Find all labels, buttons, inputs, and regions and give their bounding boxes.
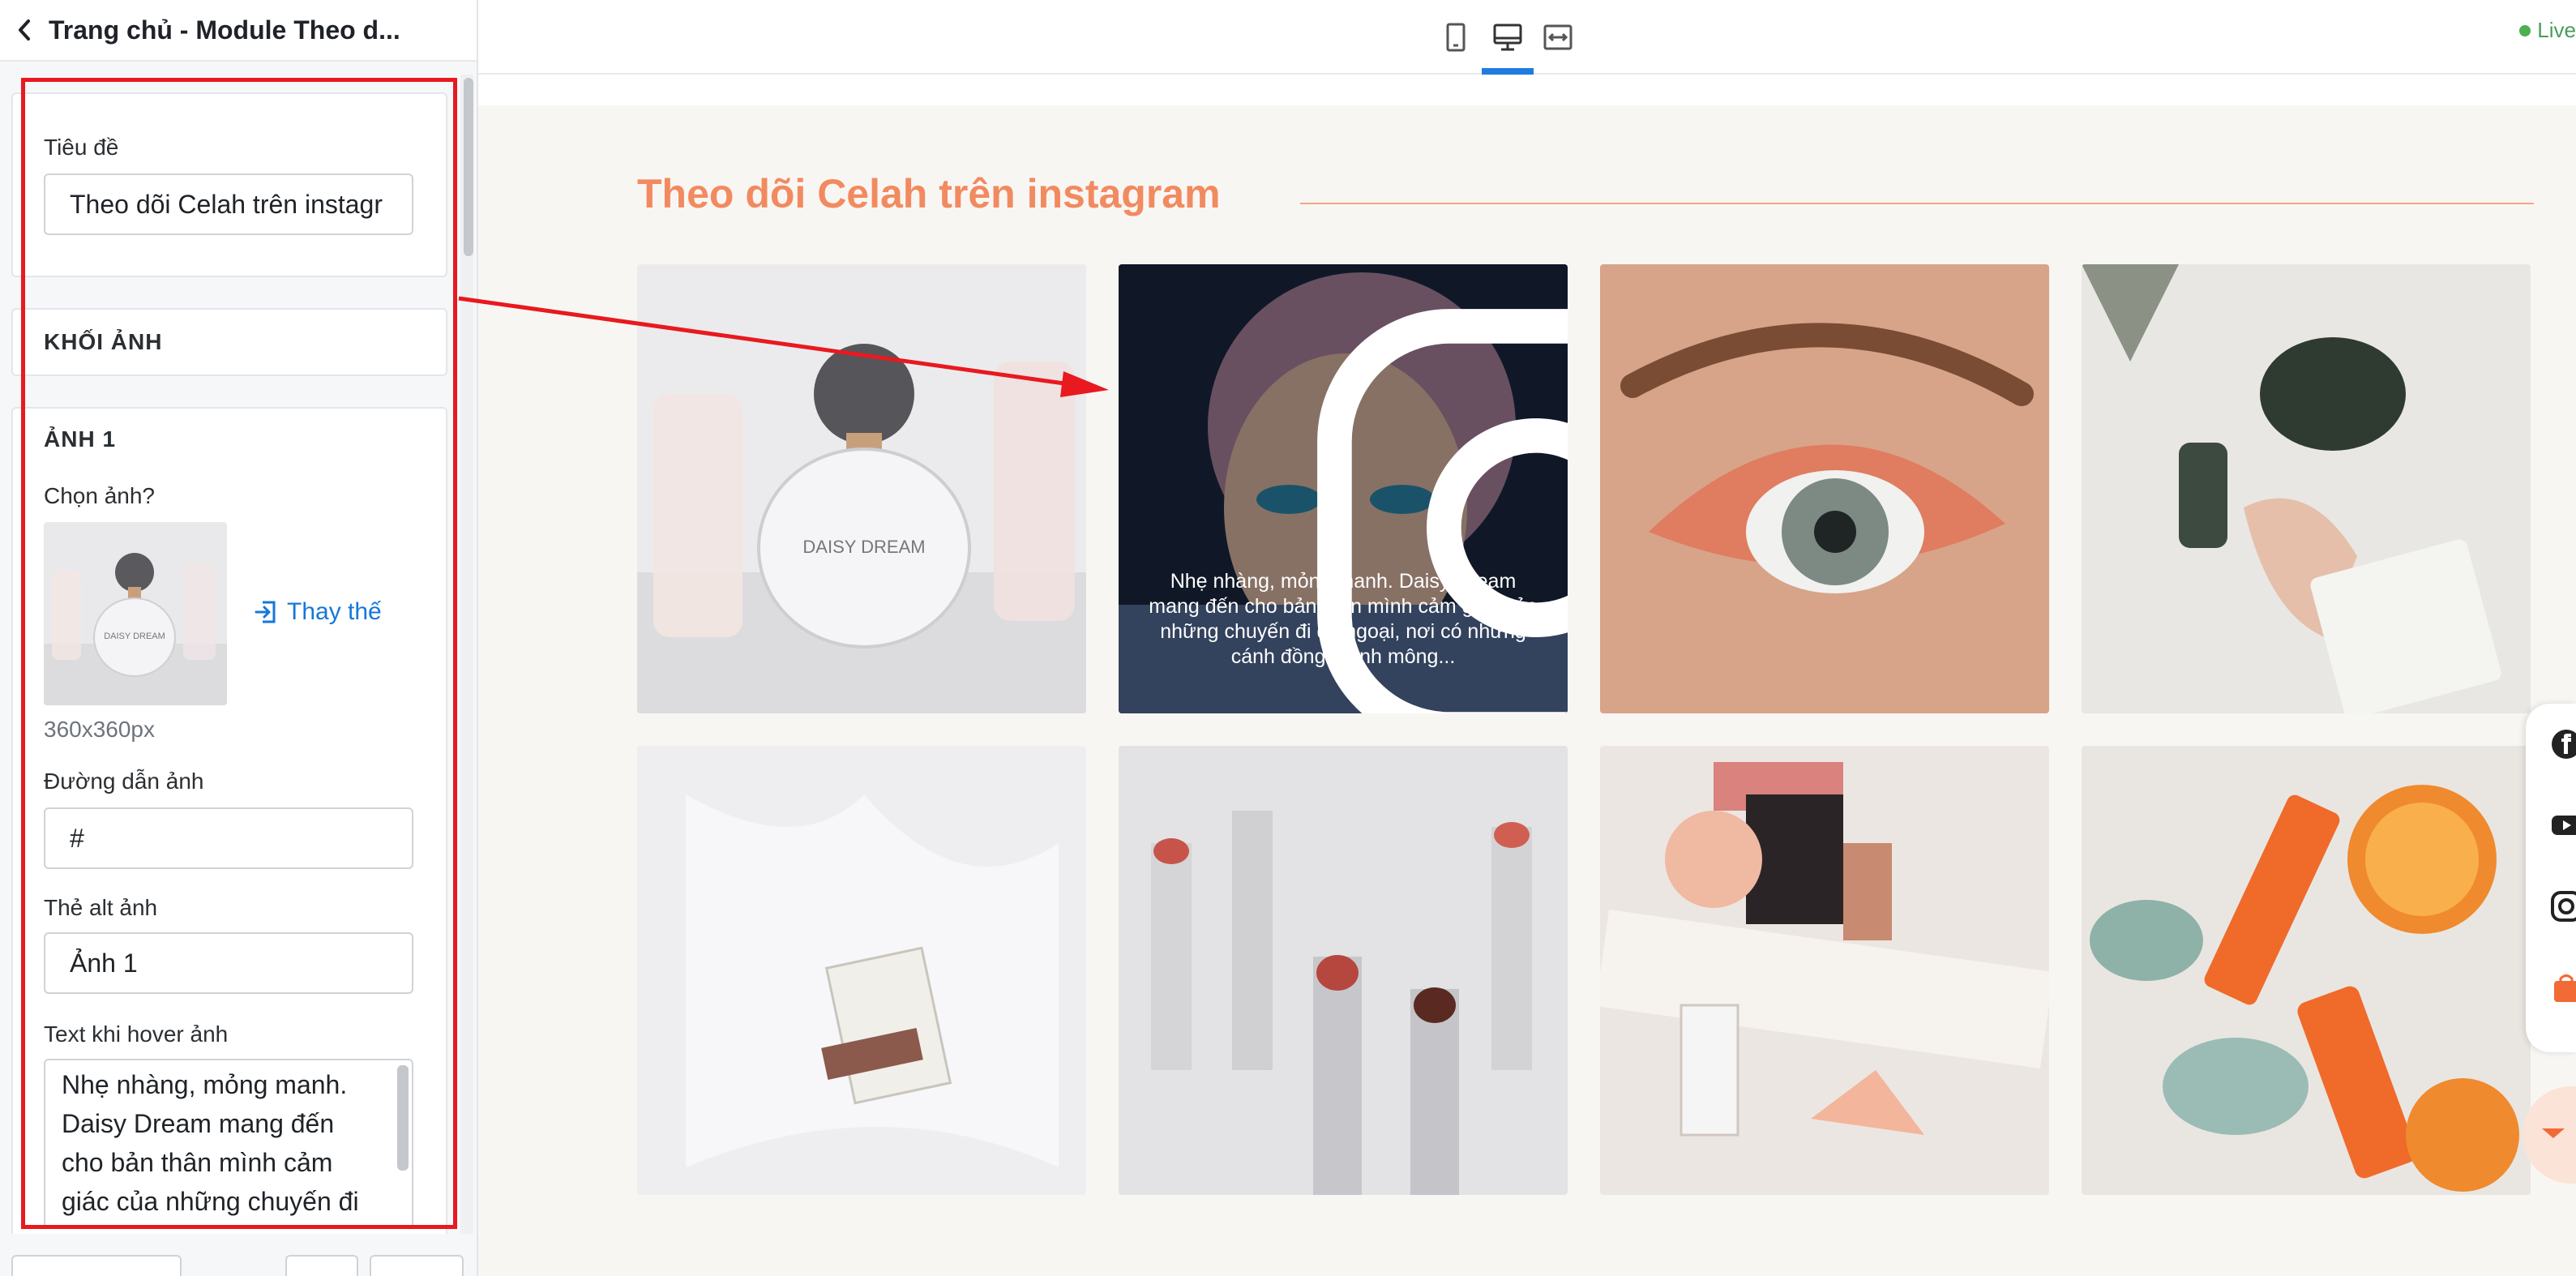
live-indicator: Live [2519, 18, 2576, 43]
svg-text:DAISY DREAM: DAISY DREAM [104, 632, 165, 641]
instagram-section-title: Theo dõi Celah trên instagram [637, 171, 1221, 216]
sidebar-scroll-area: Tiêu đề Theo dõi Celah trên instagr KHỐI… [0, 75, 477, 1234]
replace-image-button[interactable]: Thay thế [253, 598, 382, 626]
instagram-tile-6[interactable] [1119, 746, 1568, 1195]
image-1-card: ẢNH 1 Chọn ảnh? DAISY DREAM Thay thế 360… [11, 407, 447, 1234]
instagram-tile-1[interactable]: DAISY DREAM [637, 264, 1086, 713]
chevron-down-icon [2542, 1128, 2565, 1138]
replace-icon [255, 601, 276, 623]
sidebar-header: Trang chủ - Module Theo d... [0, 0, 477, 62]
instagram-tile-7[interactable] [1600, 746, 2049, 1195]
chevron-left-icon [19, 19, 30, 41]
floating-social-bar [2526, 704, 2576, 1052]
title-divider [1300, 203, 2534, 204]
preview-toolbar: Live [478, 0, 2576, 75]
image-thumbnail[interactable]: DAISY DREAM [44, 522, 227, 705]
title-field-label: Tiêu đề [44, 135, 119, 160]
instagram-tile-5[interactable] [637, 746, 1086, 1195]
live-label: Live [2537, 18, 2576, 42]
image-alt-input[interactable]: Ảnh 1 [44, 932, 413, 994]
image-block-card[interactable]: KHỐI ẢNH [11, 308, 447, 376]
replace-label: Thay thế [287, 598, 382, 625]
image-link-label: Đường dẫn ảnh [44, 769, 204, 794]
facebook-icon[interactable] [2550, 728, 2576, 760]
title-field-card: Tiêu đề Theo dõi Celah trên instagr [11, 92, 447, 277]
svg-text:DAISY DREAM: DAISY DREAM [802, 537, 925, 557]
choose-image-label: Chọn ảnh? [44, 483, 156, 508]
desktop-view-button[interactable] [1483, 13, 1532, 62]
live-status-dot [2519, 24, 2531, 36]
image-link-input[interactable]: # [44, 807, 413, 869]
instagram-tile-8[interactable] [2082, 746, 2531, 1195]
sidebar-footer [0, 1237, 477, 1276]
mobile-icon [1446, 23, 1466, 52]
page-preview: Theo dõi Celah trên instagram DAISY DREA… [478, 105, 2576, 1276]
shopping-bag-icon[interactable] [2550, 971, 2576, 1004]
footer-right-button[interactable] [370, 1255, 464, 1276]
textarea-scrollbar[interactable] [397, 1065, 409, 1171]
instagram-tile-2[interactable]: Nhẹ nhàng, mỏng manh. Daisy Dream mang đ… [1119, 264, 1568, 713]
image-size-hint: 360x360px [44, 717, 156, 742]
footer-middle-button[interactable] [285, 1255, 358, 1276]
footer-left-button[interactable] [11, 1255, 182, 1276]
fullwidth-view-button[interactable] [1534, 13, 1582, 62]
settings-sidebar: Trang chủ - Module Theo d... Tiêu đề The… [0, 0, 478, 1276]
instagram-tile-4[interactable] [2082, 264, 2531, 713]
tile-hover-caption: Nhẹ nhàng, mỏng manh. Daisy Dream mang đ… [1149, 570, 1538, 668]
sidebar-scrollbar-thumb[interactable] [464, 78, 473, 256]
image-block-heading: KHỐI ẢNH [44, 329, 163, 354]
tile-hover-overlay: Nhẹ nhàng, mỏng manh. Daisy Dream mang đ… [1119, 264, 1568, 713]
youtube-icon[interactable] [2550, 809, 2576, 841]
image-1-heading: ẢNH 1 [44, 426, 117, 452]
active-device-indicator [1482, 68, 1534, 75]
hover-text-textarea[interactable]: Nhẹ nhàng, mỏng manh. Daisy Dream mang đ… [44, 1059, 413, 1229]
fullwidth-icon [1543, 24, 1573, 50]
mobile-view-button[interactable] [1431, 13, 1480, 62]
back-button[interactable] [0, 0, 49, 61]
desktop-icon [1493, 24, 1522, 51]
image-alt-label: Thẻ alt ảnh [44, 895, 158, 920]
title-input[interactable]: Theo dõi Celah trên instagr [44, 173, 413, 235]
hover-text-value: Nhẹ nhàng, mỏng manh. Daisy Dream mang đ… [62, 1070, 359, 1216]
hover-text-label: Text khi hover ảnh [44, 1021, 229, 1047]
instagram-social-icon[interactable] [2550, 890, 2576, 923]
instagram-tile-3[interactable] [1600, 264, 2049, 713]
sidebar-title: Trang chủ - Module Theo d... [49, 15, 400, 45]
